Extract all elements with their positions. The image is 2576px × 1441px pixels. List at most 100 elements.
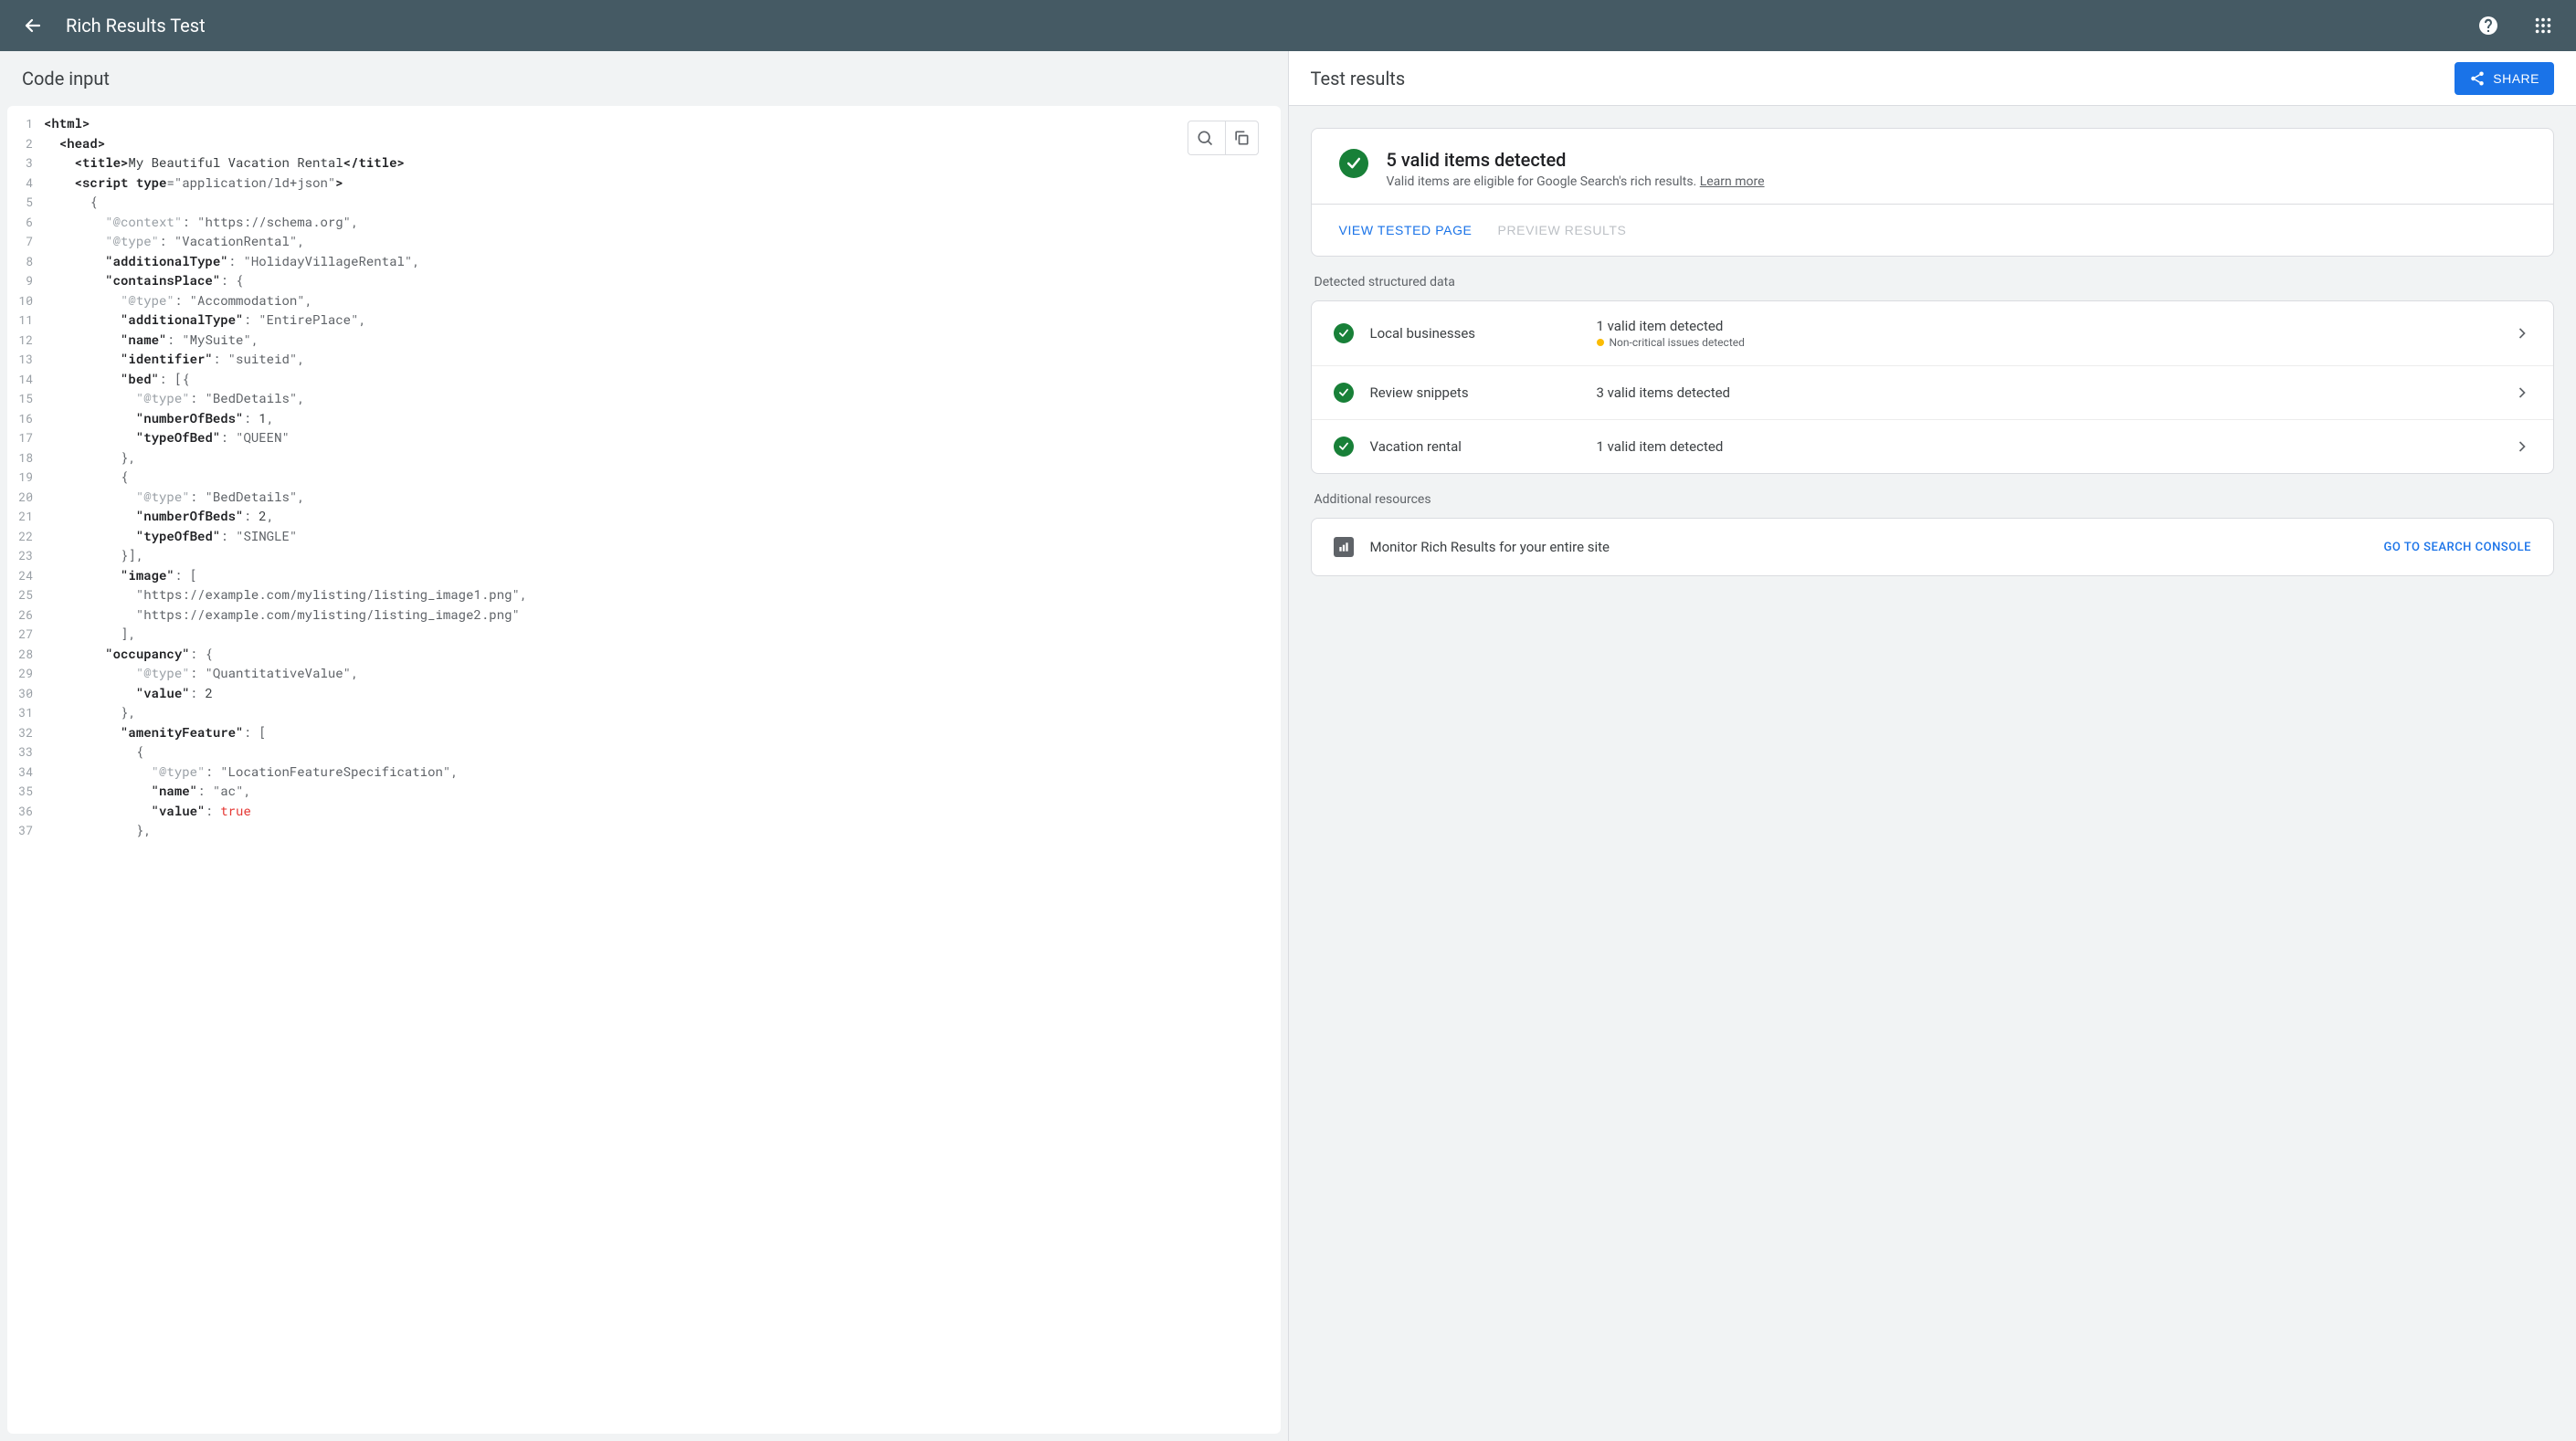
apps-button[interactable] [2525,7,2561,44]
help-icon [2477,15,2499,37]
code-content: "containsPlace": { [44,270,1281,290]
main-content: Code input 1<html>2 <head>3 <title>My Be… [0,51,2576,1441]
learn-more-link[interactable]: Learn more [1700,174,1765,189]
additional-resources-label: Additional resources [1314,492,2551,507]
test-results-pane: Test results SHARE 5 valid items detecte… [1289,51,2576,1441]
code-toolbar [1188,121,1259,155]
code-content: "identifier": "suiteid", [44,349,1281,369]
line-number: 25 [7,584,44,605]
code-editor[interactable]: 1<html>2 <head>3 <title>My Beautiful Vac… [7,106,1281,1434]
code-line: 31 }, [7,702,1281,722]
line-number: 13 [7,349,44,369]
code-content: "https://example.com/mylisting/listing_i… [44,584,1281,605]
code-line: 20 "@type": "BedDetails", [7,487,1281,507]
code-content: "image": [ [44,565,1281,585]
item-name: Local businesses [1370,325,1580,342]
app-title: Rich Results Test [66,15,206,37]
chevron-right-icon [2513,437,2531,456]
detected-item-row[interactable]: Local businesses1 valid item detectedNon… [1312,301,2554,365]
code-content: }], [44,545,1281,565]
code-content: { [44,742,1281,762]
code-input-title: Code input [22,68,1266,89]
code-line: 11 "additionalType": "EntirePlace", [7,310,1281,330]
line-number: 32 [7,722,44,742]
code-content: "typeOfBed": "QUEEN" [44,427,1281,447]
code-line: 13 "identifier": "suiteid", [7,349,1281,369]
item-status: 1 valid item detected [1597,438,2497,455]
code-content: "value": 2 [44,683,1281,703]
summary-subtitle: Valid items are eligible for Google Sear… [1387,174,1765,189]
line-number: 11 [7,310,44,330]
detected-item-row[interactable]: Vacation rental 1 valid item detected [1312,419,2554,473]
line-number: 19 [7,467,44,487]
line-number: 9 [7,270,44,290]
resource-label: Monitor Rich Results for your entire sit… [1370,539,2368,555]
code-line: 19 { [7,467,1281,487]
line-number: 33 [7,742,44,762]
code-content: "@type": "BedDetails", [44,388,1281,408]
item-name: Vacation rental [1370,438,1580,455]
code-line: 22 "typeOfBed": "SINGLE" [7,526,1281,546]
code-line: 16 "numberOfBeds": 1, [7,408,1281,428]
code-line: 24 "image": [ [7,565,1281,585]
code-line: 10 "@type": "Accommodation", [7,290,1281,310]
help-button[interactable] [2470,7,2507,44]
code-line: 12 "name": "MySuite", [7,330,1281,350]
code-line: 23 }], [7,545,1281,565]
share-button[interactable]: SHARE [2455,62,2554,95]
code-line: 28 "occupancy": { [7,644,1281,664]
line-number: 26 [7,605,44,625]
code-content: "value": true [44,801,1281,821]
topbar: Rich Results Test [0,0,2576,51]
line-number: 30 [7,683,44,703]
line-number: 17 [7,427,44,447]
back-button[interactable] [15,7,51,44]
line-number: 6 [7,212,44,232]
line-number: 34 [7,762,44,782]
code-content: <script type="application/ld+json"> [44,173,1281,193]
code-content: "@type": "Accommodation", [44,290,1281,310]
item-warning: Non-critical issues detected [1597,336,2497,349]
code-content: "name": "MySuite", [44,330,1281,350]
search-icon [1196,129,1214,147]
line-number: 23 [7,545,44,565]
line-number: 16 [7,408,44,428]
line-number: 3 [7,153,44,173]
code-content: { [44,192,1281,212]
detected-structured-data-label: Detected structured data [1314,275,2551,289]
item-name: Review snippets [1370,384,1580,401]
arrow-back-icon [22,15,44,37]
view-tested-page-button[interactable]: VIEW TESTED PAGE [1339,216,1473,245]
code-content: "@type": "VacationRental", [44,231,1281,251]
check-icon [1334,437,1354,457]
line-number: 18 [7,447,44,468]
line-number: 15 [7,388,44,408]
code-content: "additionalType": "EntirePlace", [44,310,1281,330]
code-content: "typeOfBed": "SINGLE" [44,526,1281,546]
chevron-right-icon [2513,324,2531,342]
share-icon [2469,70,2486,87]
code-line: 33 { [7,742,1281,762]
test-results-title: Test results [1311,68,2455,89]
line-number: 36 [7,801,44,821]
code-line: 5 { [7,192,1281,212]
line-number: 12 [7,330,44,350]
code-content: "amenityFeature": [ [44,722,1281,742]
detected-items-list: Local businesses 1 valid item detected Non… [1311,300,2555,474]
line-number: 8 [7,251,44,271]
code-copy-button[interactable] [1225,121,1258,154]
line-number: 21 [7,506,44,526]
check-icon [1334,323,1354,343]
code-line: 8 "additionalType": "HolidayVillageRenta… [7,251,1281,271]
detected-item-row[interactable]: Review snippets3 valid items detected [1312,365,2554,419]
warning-dot-icon [1597,339,1604,346]
code-line: 34 "@type": "LocationFeatureSpecificatio… [7,762,1281,782]
share-button-label: SHARE [2493,71,2539,86]
code-search-button[interactable] [1188,121,1221,154]
go-to-search-console-link[interactable]: GO TO SEARCH CONSOLE [2384,541,2532,554]
code-line: 21 "numberOfBeds": 2, [7,506,1281,526]
code-line: 37 }, [7,820,1281,840]
line-number: 31 [7,702,44,722]
code-line: 15 "@type": "BedDetails", [7,388,1281,408]
code-line: 36 "value": true [7,801,1281,821]
